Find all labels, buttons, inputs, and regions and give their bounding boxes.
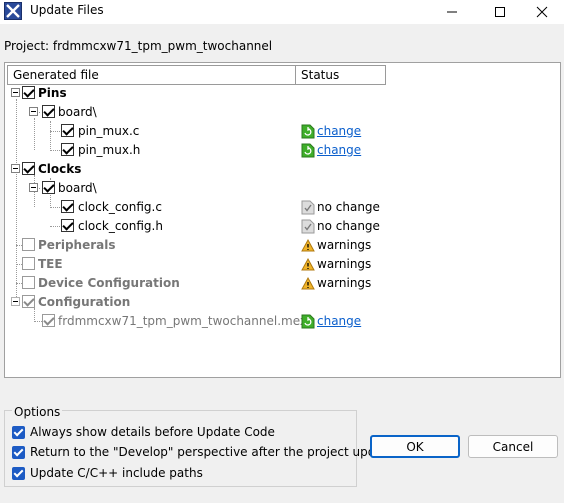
collapse-toggle-icon[interactable] xyxy=(11,164,20,173)
status-change-link[interactable]: change xyxy=(317,124,361,138)
peripherals-checkbox[interactable] xyxy=(22,238,35,251)
tree-label: board\ xyxy=(58,105,97,119)
tree-label: Pins xyxy=(38,86,67,100)
tree-label: clock_config.h xyxy=(78,219,163,233)
tree-label: Clocks xyxy=(38,162,82,176)
minimize-button[interactable] xyxy=(430,0,474,24)
project-name: Project: frdmmcxw71_tpm_pwm_twochannel xyxy=(4,39,273,53)
close-icon xyxy=(536,6,548,18)
pin-mux-h-checkbox[interactable] xyxy=(61,143,74,156)
change-icon xyxy=(301,314,315,329)
tree-row-pin-mux-h[interactable]: pin_mux.h change xyxy=(5,141,560,160)
status-text: no change xyxy=(317,219,380,233)
warning-icon xyxy=(301,276,315,290)
tree-label: pin_mux.c xyxy=(78,124,140,138)
generated-files-table: Generated file Status Pins board\ pin_mu… xyxy=(4,62,561,378)
tree-row-clock-config-c[interactable]: clock_config.c no change xyxy=(5,198,560,217)
tree-label: TEE xyxy=(38,257,63,271)
options-legend: Options xyxy=(12,405,63,419)
title-bar: Update Files xyxy=(0,0,564,24)
tree-row-pin-mux-c[interactable]: pin_mux.c change xyxy=(5,122,560,141)
tree-label: board\ xyxy=(58,181,97,195)
mex-file-checkbox[interactable] xyxy=(42,314,55,327)
no-change-icon xyxy=(301,219,315,234)
always-show-details-checkbox[interactable] xyxy=(12,426,25,439)
collapse-toggle-icon[interactable] xyxy=(29,183,38,192)
tee-checkbox[interactable] xyxy=(22,257,35,270)
warning-icon xyxy=(301,257,315,271)
clock-config-c-checkbox[interactable] xyxy=(61,200,74,213)
maximize-icon xyxy=(495,7,505,17)
ok-button[interactable]: OK xyxy=(370,435,460,458)
option-label: Return to the "Develop" perspective afte… xyxy=(30,445,399,459)
device-configuration-checkbox[interactable] xyxy=(22,276,35,289)
maximize-button[interactable] xyxy=(478,0,522,24)
tree-label: pin_mux.h xyxy=(78,143,141,157)
option-label: Always show details before Update Code xyxy=(30,425,275,439)
warning-icon xyxy=(301,238,315,252)
collapse-toggle-icon[interactable] xyxy=(29,107,38,116)
tree-label: Device Configuration xyxy=(38,276,180,290)
change-icon xyxy=(301,124,315,139)
configuration-checkbox[interactable] xyxy=(22,295,35,308)
tree-label: Peripherals xyxy=(38,238,116,252)
tree-label: Configuration xyxy=(38,295,131,309)
close-button[interactable] xyxy=(520,0,564,24)
status-change-link[interactable]: change xyxy=(317,314,361,328)
tree-row-tee[interactable]: TEE warnings xyxy=(5,255,560,274)
column-header-status[interactable]: Status xyxy=(295,65,386,85)
app-logo-icon xyxy=(4,2,22,20)
tree-row-device-configuration[interactable]: Device Configuration warnings xyxy=(5,274,560,293)
status-text: warnings xyxy=(317,238,372,252)
collapse-toggle-icon[interactable] xyxy=(11,88,20,97)
tree-row-mex-file[interactable]: frdmmcxw71_tpm_pwm_twochannel.mex change xyxy=(5,312,560,331)
tree-row-pins[interactable]: Pins xyxy=(5,84,560,103)
column-header-generated-file[interactable]: Generated file xyxy=(7,65,296,85)
update-include-paths-checkbox[interactable] xyxy=(12,467,25,480)
pins-checkbox[interactable] xyxy=(22,86,35,99)
status-change-link[interactable]: change xyxy=(317,143,361,157)
status-text: no change xyxy=(317,200,380,214)
pin-mux-c-checkbox[interactable] xyxy=(61,124,74,137)
tree-row-clocks-board[interactable]: board\ xyxy=(5,179,560,198)
collapse-toggle-icon[interactable] xyxy=(11,297,20,306)
change-icon xyxy=(301,143,315,158)
clocks-checkbox[interactable] xyxy=(22,162,35,175)
tree-row-pins-board[interactable]: board\ xyxy=(5,103,560,122)
tree-row-clocks[interactable]: Clocks xyxy=(5,160,560,179)
option-label: Update C/C++ include paths xyxy=(30,466,203,480)
return-to-develop-checkbox[interactable] xyxy=(12,446,25,459)
tree-row-peripherals[interactable]: Peripherals warnings xyxy=(5,236,560,255)
board-checkbox[interactable] xyxy=(42,105,55,118)
tree-label: clock_config.c xyxy=(78,200,162,214)
status-text: warnings xyxy=(317,257,372,271)
cancel-button[interactable]: Cancel xyxy=(468,435,558,458)
status-text: warnings xyxy=(317,276,372,290)
tree-row-clock-config-h[interactable]: clock_config.h no change xyxy=(5,217,560,236)
window-title: Update Files xyxy=(30,3,104,17)
tree-label: frdmmcxw71_tpm_pwm_twochannel.mex xyxy=(58,314,307,328)
clock-config-h-checkbox[interactable] xyxy=(61,219,74,232)
board-checkbox[interactable] xyxy=(42,181,55,194)
no-change-icon xyxy=(301,200,315,215)
tree-row-configuration[interactable]: Configuration xyxy=(5,293,560,312)
minimize-icon xyxy=(447,11,457,13)
